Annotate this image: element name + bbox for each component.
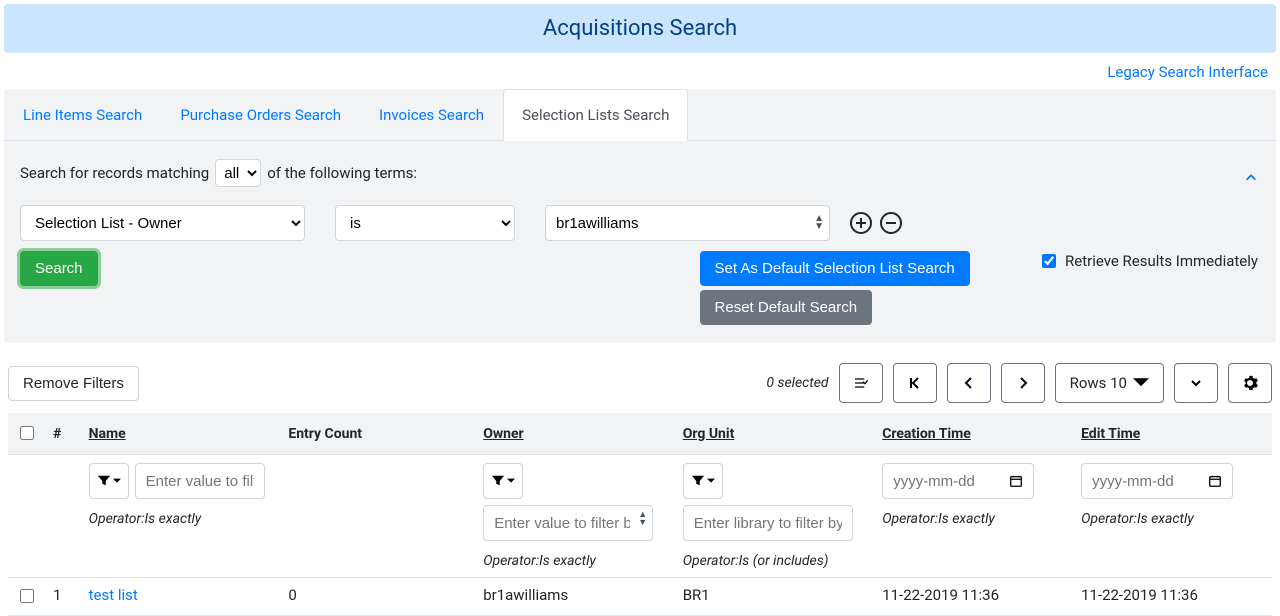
col-name[interactable]: Name [81,413,281,455]
search-operator-select[interactable]: is [335,205,515,241]
remove-term-button[interactable] [880,212,902,234]
legacy-search-link[interactable]: Legacy Search Interface [1107,63,1268,81]
col-entry-count[interactable]: Entry Count [280,413,475,455]
row-num: 1 [45,578,81,616]
tab-line-items[interactable]: Line Items Search [4,89,161,140]
name-filter-operator-button[interactable] [89,463,129,499]
search-value-input[interactable] [545,205,830,241]
owner-operator-label: Operator:Is exactly [483,553,596,569]
select-all-checkbox[interactable] [20,426,34,440]
match-mode-select[interactable]: all [215,159,261,187]
col-creation-time[interactable]: Creation Time [874,413,1073,455]
search-panel: Search for records matching all of the f… [4,141,1276,343]
add-term-button[interactable] [850,212,872,234]
prev-page-button[interactable] [947,363,991,403]
tab-invoices[interactable]: Invoices Search [360,89,503,140]
calendar-icon[interactable] [998,463,1034,499]
expand-dropdown-button[interactable] [1174,363,1218,403]
owner-filter-stepper[interactable]: ▲▼ [638,511,647,527]
rows-per-page-dropdown[interactable]: Rows 10 [1055,363,1164,403]
col-edit-time[interactable]: Edit Time [1073,413,1272,455]
reset-default-button[interactable]: Reset Default Search [700,290,873,325]
row-checkbox[interactable] [20,589,34,603]
retrieve-immediately-label: Retrieve Results Immediately [1065,252,1258,270]
remove-filters-button[interactable]: Remove Filters [8,366,139,401]
creation-date-filter-input[interactable] [882,463,1002,499]
search-field-select[interactable]: Selection List - Owner [20,205,305,241]
edit-date-filter-input[interactable] [1081,463,1201,499]
row-creation-time: 11-22-2019 11:36 [874,578,1073,616]
col-num[interactable]: # [45,413,81,455]
name-operator-label: Operator:Is exactly [89,511,202,527]
col-org-unit[interactable]: Org Unit [675,413,875,455]
owner-filter-operator-button[interactable] [483,463,523,499]
first-page-button[interactable] [893,363,937,403]
name-filter-input[interactable] [135,463,265,499]
row-owner: br1awilliams [475,578,675,616]
tab-purchase-orders[interactable]: Purchase Orders Search [161,89,360,140]
value-stepper[interactable]: ▲▼ [814,215,824,231]
org-filter-operator-button[interactable] [683,463,723,499]
col-owner[interactable]: Owner [475,413,675,455]
org-operator-label: Operator:Is (or includes) [683,553,829,569]
rows-label: Rows 10 [1070,374,1127,392]
tabs: Line Items Search Purchase Orders Search… [4,89,1276,141]
page-title: Acquisitions Search [4,4,1276,53]
row-name-link[interactable]: test list [89,586,138,604]
row-org-unit: BR1 [675,578,875,616]
next-page-button[interactable] [1001,363,1045,403]
search-button[interactable]: Search [20,251,98,286]
row-edit-time: 11-22-2019 11:36 [1073,578,1272,616]
tab-selection-lists[interactable]: Selection Lists Search [503,89,688,141]
retrieve-immediately-checkbox[interactable] [1042,254,1056,268]
org-filter-input[interactable] [683,505,853,541]
table-row: 1 test list 0 br1awilliams BR1 11-22-201… [8,578,1272,616]
owner-filter-input[interactable] [483,505,653,541]
collapse-icon[interactable] [1244,171,1258,189]
set-default-button[interactable]: Set As Default Selection List Search [700,251,970,286]
edit-operator-label: Operator:Is exactly [1081,511,1194,527]
creation-operator-label: Operator:Is exactly [882,511,995,527]
results-table: # Name Entry Count Owner Org Unit Creati… [8,413,1272,616]
search-suffix-label: of the following terms: [267,164,417,182]
row-entry-count: 0 [280,578,475,616]
selected-count-label: 0 selected [766,375,828,391]
search-prefix-label: Search for records matching [20,164,209,182]
select-all-button[interactable] [839,363,883,403]
calendar-icon[interactable] [1197,463,1233,499]
settings-button[interactable] [1228,363,1272,403]
